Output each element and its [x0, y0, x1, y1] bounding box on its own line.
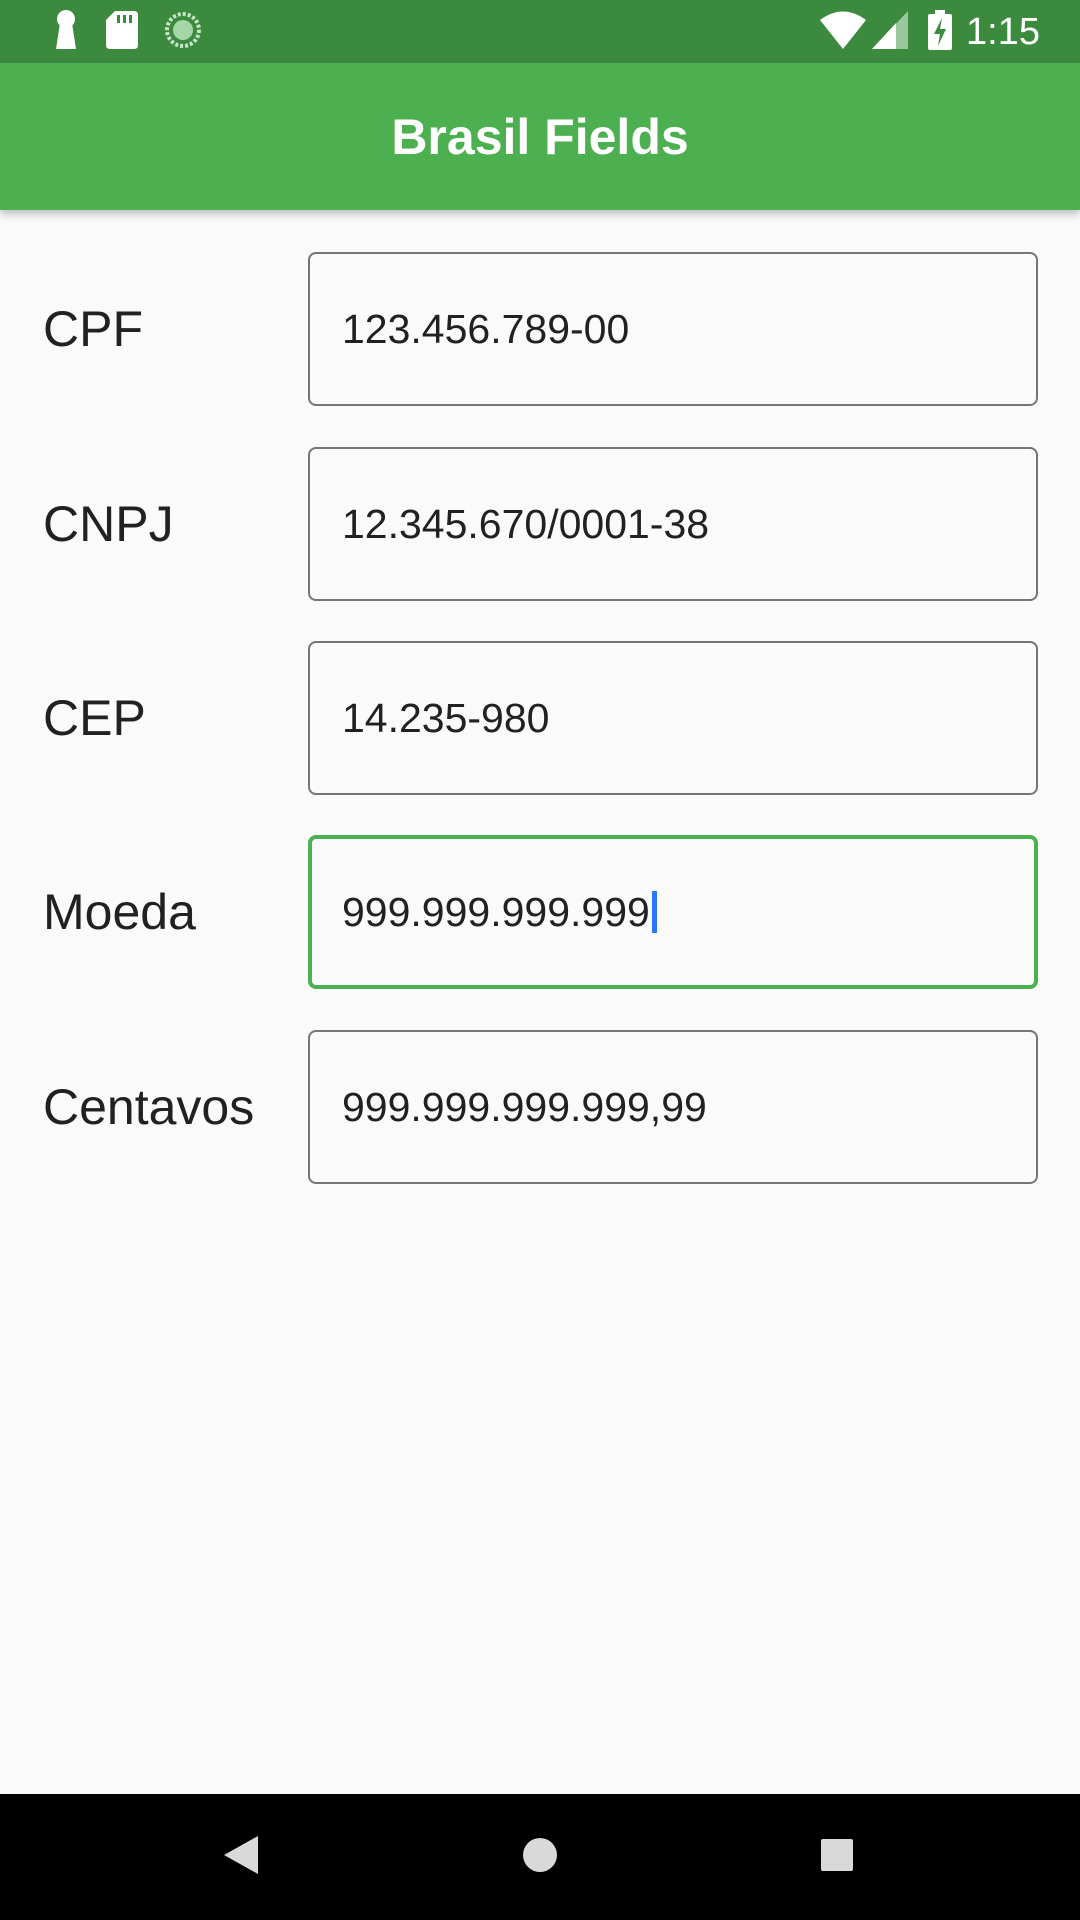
wifi-icon: [820, 11, 867, 54]
battery-charging-icon: [928, 9, 953, 55]
keyhole-icon: [52, 9, 80, 56]
form-row-cep: CEP 14.235-980: [0, 641, 1080, 795]
cnpj-input[interactable]: 12.345.670/0001-38: [308, 447, 1038, 601]
centavos-input[interactable]: 999.999.999.999,99: [308, 1030, 1038, 1184]
app-title: Brasil Fields: [391, 108, 689, 165]
cep-label: CEP: [43, 690, 146, 746]
form-row-cpf: CPF 123.456.789-00: [0, 252, 1080, 406]
home-button[interactable]: [475, 1794, 605, 1920]
status-right-icons: 1:15: [820, 9, 1040, 55]
status-time: 1:15: [966, 10, 1040, 53]
app-bar: Brasil Fields: [0, 63, 1080, 210]
form-row-centavos: Centavos 999.999.999.999,99: [0, 1030, 1080, 1184]
status-left-icons: [52, 9, 228, 56]
cnpj-value: 12.345.670/0001-38: [342, 500, 710, 547]
moeda-input[interactable]: 999.999.999.999: [308, 835, 1038, 989]
form-row-cnpj: CNPJ 12.345.670/0001-38: [0, 447, 1080, 601]
moeda-value: 999.999.999.999: [342, 888, 650, 935]
screen: 1:15 Brasil Fields CPF 123.456.789-00 CN…: [0, 0, 1080, 1920]
sd-card-icon: [106, 10, 138, 54]
cpf-value: 123.456.789-00: [342, 305, 630, 352]
cnpj-label: CNPJ: [43, 496, 174, 552]
recents-button[interactable]: [772, 1794, 902, 1920]
form-row-moeda: Moeda 999.999.999.999: [0, 835, 1080, 989]
status-bar: 1:15: [0, 0, 1080, 63]
cep-input[interactable]: 14.235-980: [308, 641, 1038, 795]
back-icon: [224, 1835, 258, 1879]
signal-icon: [872, 10, 909, 54]
centavos-value: 999.999.999.999,99: [342, 1083, 707, 1130]
navigation-bar: [0, 1794, 1080, 1920]
recents-icon: [821, 1838, 853, 1876]
text-cursor: [651, 891, 657, 933]
moeda-label: Moeda: [43, 884, 196, 940]
cep-value: 14.235-980: [342, 694, 550, 741]
cpf-label: CPF: [43, 301, 143, 357]
home-icon: [522, 1837, 558, 1878]
cpf-input[interactable]: 123.456.789-00: [308, 252, 1038, 406]
sync-icon: [164, 11, 202, 54]
centavos-label: Centavos: [43, 1079, 255, 1135]
back-button[interactable]: [176, 1794, 306, 1920]
